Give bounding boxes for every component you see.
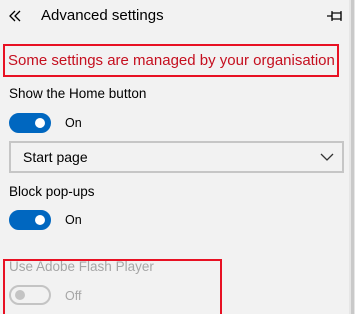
managed-notice-text[interactable]: Some settings are managed by your organi… [8,52,335,69]
back-button[interactable] [6,7,24,25]
toggle-knob [35,215,45,225]
advanced-settings-panel: Advanced settings Some settings are mana… [0,0,349,314]
flash-player-label: Use Adobe Flash Player [9,259,154,274]
page-title: Advanced settings [41,7,164,24]
block-popups-label: Block pop-ups [9,184,95,199]
toggle-knob [35,118,45,128]
panel-header: Advanced settings [0,0,349,34]
chevron-double-left-icon [9,10,21,22]
flash-player-toggle [9,285,51,305]
pin-button[interactable] [325,7,345,25]
toggle-knob [15,290,25,300]
flash-player-toggle-state: Off [65,289,82,303]
home-button-label: Show the Home button [9,86,147,101]
home-page-select-value: Start page [23,149,88,165]
block-popups-toggle-state: On [65,213,82,227]
scrollbar-thumb[interactable] [351,0,354,314]
pin-icon [327,11,342,21]
block-popups-toggle[interactable] [9,210,51,230]
chevron-down-icon [320,153,334,161]
home-button-toggle-state: On [65,116,82,130]
home-button-toggle[interactable] [9,113,51,133]
home-page-select[interactable]: Start page [9,141,344,173]
